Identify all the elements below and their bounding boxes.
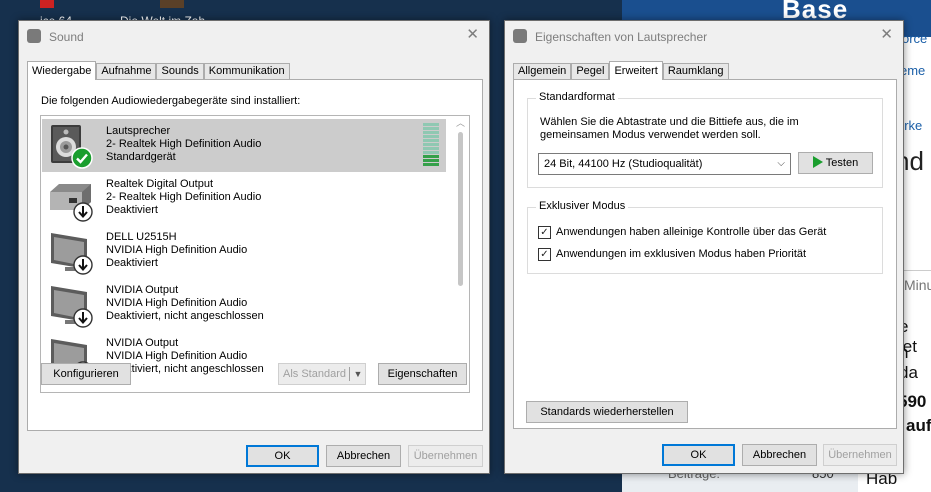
level-segment <box>423 127 439 130</box>
device-item-nvidia-output[interactable]: NVIDIA Output NVIDIA High Definition Aud… <box>42 278 446 331</box>
checkbox-label[interactable]: Anwendungen haben alleinige Kontrolle üb… <box>556 226 826 239</box>
checkbox-label[interactable]: Anwendungen im exklusiven Modus haben Pr… <box>556 248 806 261</box>
restore-defaults-button[interactable]: Standards wiederherstellen <box>526 401 688 423</box>
tab-bar: Wiedergabe Aufnahme Sounds Kommunikation <box>27 61 290 80</box>
device-info: NVIDIA Output NVIDIA High Definition Aud… <box>106 284 264 323</box>
apply-button[interactable]: Übernehmen <box>408 445 483 467</box>
device-driver: NVIDIA High Definition Audio <box>106 350 248 362</box>
scrollbar-thumb[interactable] <box>458 132 463 286</box>
speaker-properties-dialog: Eigenschaften von Lautsprecher ✕ Allgeme… <box>504 20 904 474</box>
speaker-icon <box>27 29 41 43</box>
level-segment <box>423 131 439 134</box>
sound-dialog: Sound ✕ Wiedergabe Aufnahme Sounds Kommu… <box>18 20 490 474</box>
down-arrow-badge-icon <box>73 255 93 275</box>
configure-button[interactable]: Konfigurieren <box>41 363 131 385</box>
video-file-icon[interactable] <box>160 0 184 8</box>
device-info: DELL U2515H NVIDIA High Definition Audio… <box>106 231 247 270</box>
instruction-text: Die folgenden Audiowiedergabegeräte sind… <box>41 95 301 107</box>
level-segment <box>423 155 439 158</box>
scrollbar[interactable]: ︿ ﹀ <box>453 117 468 391</box>
apply-button[interactable]: Übernehmen <box>823 444 897 466</box>
test-button[interactable]: Testen <box>798 152 873 174</box>
format-select[interactable]: 24 Bit, 44100 Hz (Studioqualität) ⌵ <box>538 153 791 175</box>
website-label: Minu <box>904 277 931 293</box>
tab-advanced[interactable]: Erweitert <box>609 61 663 80</box>
device-status: Deaktiviert <box>106 204 158 216</box>
level-segment <box>423 135 439 138</box>
format-description: Wählen Sie die Abtastrate und die Bittie… <box>540 116 799 141</box>
device-status: Standardgerät <box>106 151 176 163</box>
device-driver: NVIDIA High Definition Audio <box>106 244 248 256</box>
level-segment <box>423 163 439 166</box>
check-badge-icon <box>71 147 93 169</box>
device-item-lautsprecher[interactable]: Lautsprecher 2- Realtek High Definition … <box>42 119 446 172</box>
titlebar[interactable]: Sound ✕ <box>19 21 489 51</box>
cancel-button[interactable]: Abbrechen <box>742 444 817 466</box>
device-list[interactable]: Lautsprecher 2- Realtek High Definition … <box>40 115 470 393</box>
speaker-icon <box>513 29 527 43</box>
down-arrow-badge-icon <box>73 308 93 328</box>
device-status: Deaktiviert, nicht angeschlossen <box>106 310 264 322</box>
close-icon[interactable]: ✕ <box>880 27 893 43</box>
level-segment <box>423 151 439 154</box>
device-item-digital-output[interactable]: Realtek Digital Output 2- Realtek High D… <box>42 172 446 225</box>
tab-bar: Allgemein Pegel Erweitert Raumklang <box>513 61 729 80</box>
tab-spatial-sound[interactable]: Raumklang <box>662 63 729 79</box>
exclusive-priority-checkbox[interactable]: ✓ <box>538 248 551 261</box>
device-status: Deaktiviert <box>106 257 158 269</box>
tab-sounds[interactable]: Sounds <box>156 63 204 79</box>
level-segment <box>423 123 439 126</box>
level-segment <box>423 147 439 150</box>
divider <box>349 367 350 381</box>
website-bold-text: auf <box>906 416 931 435</box>
chevron-down-icon[interactable]: ▼ <box>352 364 364 384</box>
exclusive-mode-group: Exklusiver Modus ✓ Anwendungen haben all… <box>527 200 883 274</box>
ok-button[interactable]: OK <box>246 445 319 467</box>
device-name: DELL U2515H <box>106 231 177 243</box>
default-format-group: Standardformat Wählen Sie die Abtastrate… <box>527 91 883 188</box>
device-name: NVIDIA Output <box>106 337 179 349</box>
level-segment <box>423 139 439 142</box>
group-title: Exklusiver Modus <box>536 200 629 212</box>
tab-recording[interactable]: Aufnahme <box>96 63 157 79</box>
ok-button[interactable]: OK <box>662 444 735 466</box>
exclusive-control-checkbox[interactable]: ✓ <box>538 226 551 239</box>
playback-panel: Die folgenden Audiowiedergabegeräte sind… <box>27 79 483 431</box>
tab-levels[interactable]: Pegel <box>571 63 610 79</box>
cancel-button[interactable]: Abbrechen <box>326 445 401 467</box>
scroll-up-icon[interactable]: ︿ <box>453 117 468 130</box>
test-label: Testen <box>825 157 859 169</box>
format-select-value: 24 Bit, 44100 Hz (Studioqualität) <box>544 158 703 170</box>
titlebar[interactable]: Eigenschaften von Lautsprecher ✕ <box>505 21 903 51</box>
device-name: Realtek Digital Output <box>106 178 213 190</box>
device-info: Realtek Digital Output 2- Realtek High D… <box>106 178 261 217</box>
close-icon[interactable]: ✕ <box>466 27 479 43</box>
down-arrow-badge-icon <box>73 202 93 222</box>
set-default-button[interactable]: Als Standard ▼ <box>278 363 366 385</box>
window-title: Sound <box>49 30 84 44</box>
tab-playback[interactable]: Wiedergabe <box>27 61 97 80</box>
tab-general[interactable]: Allgemein <box>513 63 572 79</box>
tab-communication[interactable]: Kommunikation <box>203 63 290 79</box>
play-icon <box>812 156 823 168</box>
website-link[interactable]: orce <box>902 31 927 46</box>
window-title: Eigenschaften von Lautsprecher <box>535 30 708 44</box>
device-info: Lautsprecher 2- Realtek High Definition … <box>106 125 261 164</box>
level-segment <box>423 143 439 146</box>
advanced-panel: Standardformat Wählen Sie die Abtastrate… <box>513 79 897 429</box>
device-driver: NVIDIA High Definition Audio <box>106 297 248 309</box>
device-item-dell-u2515h[interactable]: DELL U2515H NVIDIA High Definition Audio… <box>42 225 446 278</box>
group-title: Standardformat <box>536 91 618 103</box>
device-driver: 2- Realtek High Definition Audio <box>106 138 262 150</box>
device-name: NVIDIA Output <box>106 284 179 296</box>
set-default-label: Als Standard <box>283 368 346 380</box>
level-meter <box>423 123 439 167</box>
app-icon[interactable] <box>40 0 54 8</box>
level-segment <box>423 159 439 162</box>
device-driver: 2- Realtek High Definition Audio <box>106 191 262 203</box>
chevron-down-icon: ⌵ <box>777 158 785 169</box>
properties-button[interactable]: Eigenschaften <box>378 363 467 385</box>
device-name: Lautsprecher <box>106 125 171 137</box>
